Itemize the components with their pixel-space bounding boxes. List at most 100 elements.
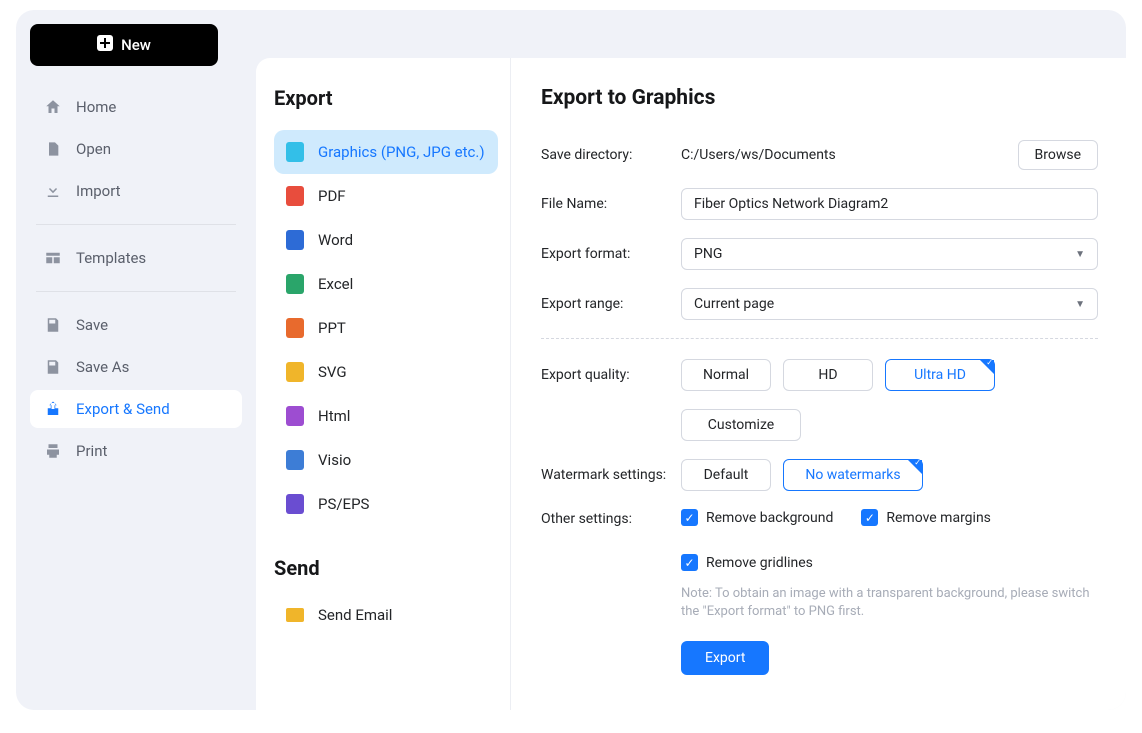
browse-button[interactable]: Browse — [1018, 140, 1098, 170]
other-settings-label: Other settings: — [541, 509, 681, 527]
sidebar-item-save-as[interactable]: Save As — [30, 348, 242, 386]
export-item-label: Excel — [318, 275, 353, 293]
quality-normal-button[interactable]: Normal — [681, 359, 771, 391]
sidebar: New Home Open Import Templates Save Save… — [16, 10, 256, 710]
sidebar-item-label: Home — [76, 98, 116, 116]
export-icon — [44, 400, 62, 418]
file-name-label: File Name: — [541, 196, 681, 212]
chevron-down-icon: ▼ — [1075, 249, 1085, 260]
app-window: New Home Open Import Templates Save Save… — [16, 10, 1126, 710]
sidebar-item-home[interactable]: Home — [30, 88, 242, 126]
remove-background-checkbox[interactable]: ✓ Remove background — [681, 509, 833, 526]
sidebar-item-label: Templates — [76, 249, 146, 267]
send-email-label: Send Email — [318, 606, 392, 624]
send-email[interactable]: Send Email — [274, 594, 498, 636]
save-directory-value: C:/Users/ws/Documents — [681, 147, 1006, 163]
check-icon: ✓ — [861, 509, 878, 526]
chevron-down-icon: ▼ — [1075, 299, 1085, 310]
divider — [36, 224, 236, 225]
print-icon — [44, 442, 62, 460]
graphics-icon — [286, 142, 304, 162]
new-button-label: New — [121, 36, 151, 54]
export-item-label: Graphics (PNG, JPG etc.) — [318, 143, 485, 161]
send-title: Send — [274, 556, 498, 580]
export-range-select[interactable]: Current page ▼ — [681, 288, 1098, 320]
sidebar-item-label: Export & Send — [76, 400, 170, 418]
export-item-svg[interactable]: SVG — [274, 350, 498, 394]
export-item-graphics[interactable]: Graphics (PNG, JPG etc.) — [274, 130, 498, 174]
sidebar-item-label: Save As — [76, 358, 129, 376]
export-title: Export — [274, 86, 498, 110]
sidebar-item-templates[interactable]: Templates — [30, 239, 242, 277]
watermark-none-button[interactable]: No watermarks — [783, 459, 923, 491]
sidebar-item-label: Save — [76, 316, 108, 334]
quality-hd-button[interactable]: HD — [783, 359, 873, 391]
email-icon — [286, 608, 304, 622]
check-icon: ✓ — [681, 509, 698, 526]
export-settings-panel: Export to Graphics Save directory: C:/Us… — [511, 58, 1126, 710]
remove-gridlines-checkbox[interactable]: ✓ Remove gridlines — [681, 554, 813, 571]
export-item-pdf[interactable]: PDF — [274, 174, 498, 218]
sidebar-item-open[interactable]: Open — [30, 130, 242, 168]
ppt-icon — [286, 318, 304, 338]
plus-icon — [97, 35, 113, 55]
visio-icon — [286, 450, 304, 470]
export-item-excel[interactable]: Excel — [274, 262, 498, 306]
note-text: Note: To obtain an image with a transpar… — [681, 585, 1098, 621]
export-format-value: PNG — [694, 246, 722, 262]
new-button[interactable]: New — [30, 24, 218, 66]
sidebar-item-print[interactable]: Print — [30, 432, 242, 470]
pseps-icon — [286, 494, 304, 514]
excel-icon — [286, 274, 304, 294]
export-button[interactable]: Export — [681, 641, 769, 675]
templates-icon — [44, 249, 62, 267]
watermark-default-button[interactable]: Default — [681, 459, 771, 491]
file-name-input[interactable] — [681, 188, 1098, 220]
home-icon — [44, 98, 62, 116]
divider — [541, 338, 1098, 339]
html-icon — [286, 406, 304, 426]
divider — [36, 291, 236, 292]
save-directory-label: Save directory: — [541, 147, 681, 163]
sidebar-item-label: Import — [76, 182, 121, 200]
save-as-icon — [44, 358, 62, 376]
export-range-label: Export range: — [541, 296, 681, 312]
save-icon — [44, 316, 62, 334]
export-format-select[interactable]: PNG ▼ — [681, 238, 1098, 270]
sidebar-item-label: Print — [76, 442, 107, 460]
sidebar-item-import[interactable]: Import — [30, 172, 242, 210]
export-item-word[interactable]: Word — [274, 218, 498, 262]
export-item-ppt[interactable]: PPT — [274, 306, 498, 350]
export-column: Export Graphics (PNG, JPG etc.) PDF Word… — [256, 58, 511, 710]
word-icon — [286, 230, 304, 250]
checkbox-label: Remove gridlines — [706, 555, 813, 571]
export-quality-label: Export quality: — [541, 367, 681, 383]
export-item-label: Html — [318, 407, 350, 425]
svg-icon — [286, 362, 304, 382]
panel-title: Export to Graphics — [541, 86, 1098, 110]
sidebar-item-export-send[interactable]: Export & Send — [30, 390, 242, 428]
export-item-label: PS/EPS — [318, 495, 369, 513]
checkbox-label: Remove margins — [886, 510, 991, 526]
export-item-label: PDF — [318, 187, 346, 205]
check-icon: ✓ — [681, 554, 698, 571]
export-item-label: Visio — [318, 451, 351, 469]
export-range-value: Current page — [694, 296, 774, 312]
remove-margins-checkbox[interactable]: ✓ Remove margins — [861, 509, 991, 526]
sidebar-item-save[interactable]: Save — [30, 306, 242, 344]
export-item-html[interactable]: Html — [274, 394, 498, 438]
sidebar-item-label: Open — [76, 140, 111, 158]
file-icon — [44, 140, 62, 158]
pdf-icon — [286, 186, 304, 206]
checkbox-label: Remove background — [706, 510, 833, 526]
main-panel: Export Graphics (PNG, JPG etc.) PDF Word… — [256, 58, 1126, 710]
import-icon — [44, 182, 62, 200]
export-format-label: Export format: — [541, 246, 681, 262]
export-item-label: SVG — [318, 363, 347, 381]
export-item-pseps[interactable]: PS/EPS — [274, 482, 498, 526]
customize-button[interactable]: Customize — [681, 409, 801, 441]
export-item-label: PPT — [318, 319, 346, 337]
export-item-label: Word — [318, 231, 353, 249]
quality-ultra-hd-button[interactable]: Ultra HD — [885, 359, 995, 391]
export-item-visio[interactable]: Visio — [274, 438, 498, 482]
